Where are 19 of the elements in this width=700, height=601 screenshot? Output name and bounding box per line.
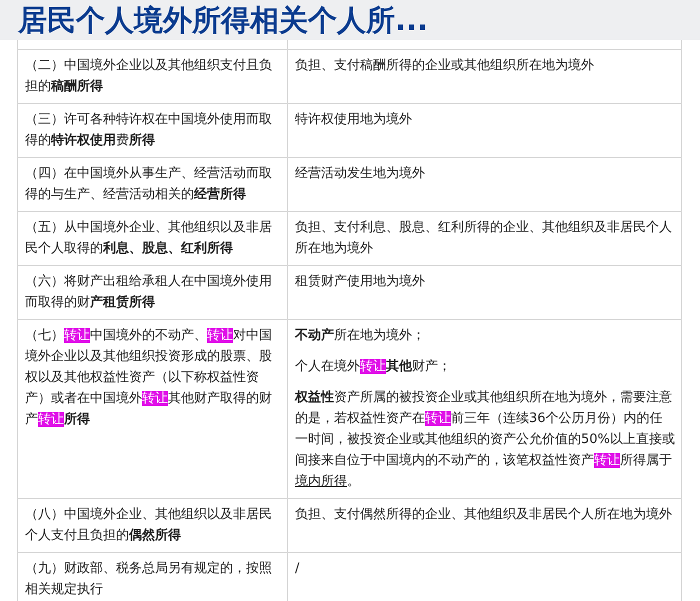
table-cell-text: 个人在境外转让其他财产； [295,358,452,376]
table-cell-text: （二）中国境外企业以及其他组织支付且负担的稿酬所得 [25,57,273,96]
table-cell-text: 负担、支付利息、股息、红利所得的企业、其他组织及非居民个人所在地为境外 [295,219,673,258]
table-cell-text: 负担、支付稿酬所得的企业或其他组织所在地为境外 [295,57,595,75]
table-cell-text: （三）许可各种特许权在中国境外使用而取得的特许权使用费所得 [25,111,273,150]
table-cell-text: 特许权使用地为境外 [295,111,413,129]
table-cell-text: （五）从中国境外企业、其他组织以及非居民个人取得的利息、股息、红利所得 [25,219,273,258]
table-cell-text: 不动产所在地为境外； [295,326,426,345]
article-title: 居民个人境外所得相关个人所... [18,2,428,38]
table-cell-text: （八）中国境外企业、其他组织以及非居民个人支付且负担的偶然所得 [25,506,273,545]
table-cell-text: 经营活动发生地为境外 [295,165,426,183]
table-cell-text: 租赁财产使用地为境外 [295,273,426,291]
table-cell-text: / [295,560,300,578]
table-cell-text: （六）将财产出租给承租人在中国境外使用而取得的财产租赁所得 [25,273,273,312]
table-cell-text: 负担、支付偶然所得的企业、其他组织及非居民个人所在地为境外 [295,506,673,524]
table-cell-text: 权益性资产所属的被投资企业或其他组织所在地为境外，需要注意的是，若权益性资产在转让前三年（连续36个公历月份）内的任一时间，被投资企业或其他组织的资产公允价值的50%以上直接或间接来自位于中国境内的不动产的，该笔权益性资产转让所得属于 境内所得。 [295,389,675,491]
table-cell-text: （七）转让中国境外的不动产、转让对中国境外企业以及其他组织投资形成的股票、股权以及其他权益性资产（以下称权益性资产）或者在中国境外转让其他财产取得的财产转让所得 [25,327,273,429]
table-cell-text: （九）财政部、税务总局另有规定的，按照相关规定执行 [25,560,273,599]
table-cell-text: （四）在中国境外从事生产、经营活动而取得的与生产、经营活动相关的经营所得 [25,165,273,204]
